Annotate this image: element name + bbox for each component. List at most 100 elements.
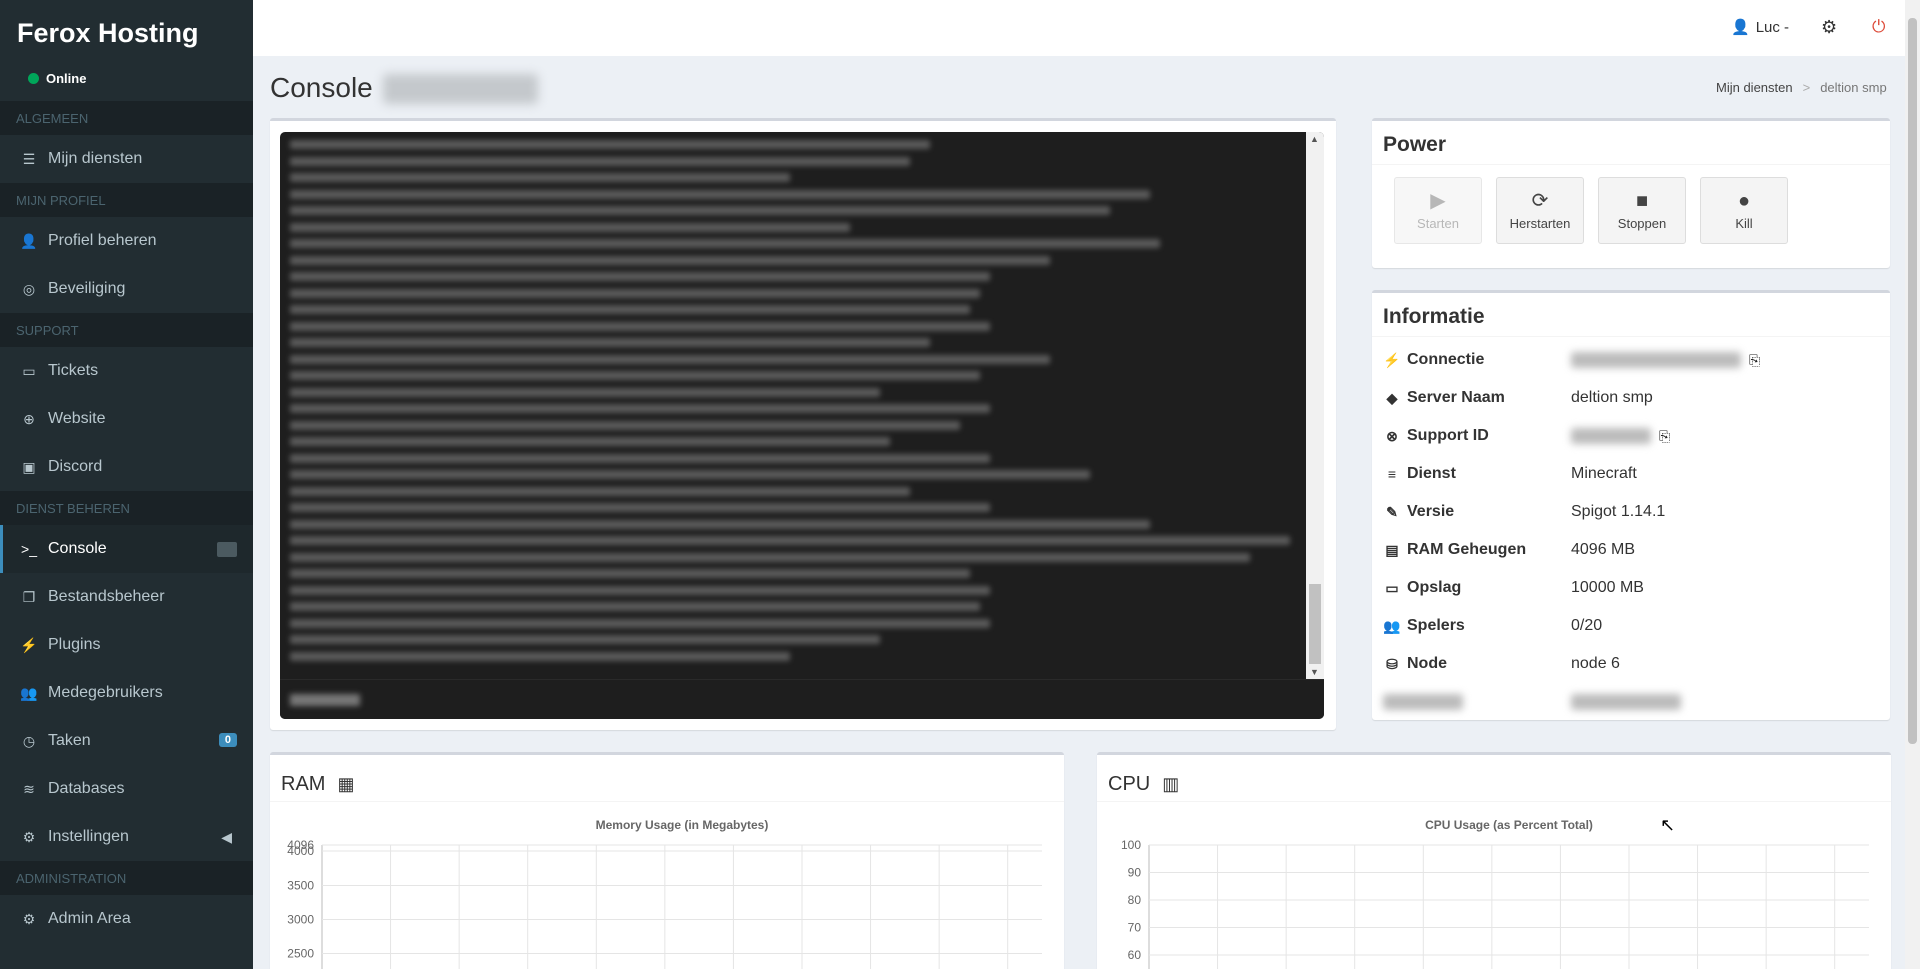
top-navbar: 👤 Luc - ⚙ ⏻	[253, 0, 1905, 56]
copy-icon[interactable]: ⎘	[1659, 428, 1670, 445]
info-value: 10000 MB	[1571, 579, 1644, 596]
sidebar-item-tickets[interactable]: ▭ Tickets	[0, 347, 253, 395]
restart-label: Herstarten	[1509, 215, 1571, 231]
list-icon: ☰	[22, 150, 36, 167]
sidebar-item-mijn-diensten[interactable]: ☰ Mijn diensten	[0, 135, 253, 183]
ram-title: RAM	[281, 773, 326, 795]
lifering-icon: ⊗	[1386, 427, 1398, 444]
sidebar-item-admin-area[interactable]: ⚙ Admin Area	[0, 895, 253, 943]
chart-y-tick-label: 3500	[287, 879, 314, 893]
sidebar-item-beveiliging[interactable]: ◎ Beveiliging	[0, 265, 253, 313]
chart-y-tick-label: 80	[1128, 893, 1142, 907]
restart-button[interactable]: ⟳ Herstarten	[1496, 177, 1584, 244]
chart-y-tick-label: 60	[1128, 948, 1142, 962]
console-output-line	[290, 272, 990, 281]
terminal-icon: >_	[21, 541, 37, 557]
info-row-opslag: ▭ Opslag 10000 MB	[1383, 569, 1878, 607]
gears-icon: ⚙	[22, 828, 36, 845]
discord-icon: ▣	[22, 458, 36, 475]
clock-icon: ◷	[22, 732, 36, 749]
console-output-line	[290, 321, 990, 331]
cpu-title: CPU	[1108, 773, 1151, 795]
page-scrollbar[interactable]	[1905, 0, 1920, 969]
taken-count-badge: 0	[218, 733, 237, 747]
console-box: ▲ ▼	[270, 118, 1336, 730]
console-output-line	[290, 618, 990, 628]
console-output-line	[290, 453, 990, 463]
console-command-input[interactable]	[280, 679, 1324, 719]
info-label: Dienst	[1407, 465, 1456, 482]
info-value: deltion smp	[1571, 389, 1653, 406]
console-output-line	[290, 189, 1150, 199]
breadcrumb-mijn-diensten[interactable]: Mijn diensten	[1716, 80, 1793, 95]
sidebar-item-label: Discord	[48, 458, 103, 475]
start-button[interactable]: ▶ Starten	[1394, 177, 1482, 244]
console-scrollbar[interactable]: ▲ ▼	[1306, 132, 1324, 679]
bomb-icon: ●	[1737, 189, 1751, 212]
sidebar-item-discord[interactable]: ▣ Discord	[0, 443, 253, 491]
brand-title[interactable]: Ferox Hosting	[0, 0, 253, 60]
menu-header-algemeen: ALGEMEEN	[0, 101, 253, 135]
plug-icon: ⚡	[20, 636, 38, 653]
info-row-versie: ✎ Versie Spigot 1.14.1	[1383, 493, 1878, 531]
users-icon: 👥	[20, 684, 38, 701]
kill-button[interactable]: ● Kill	[1700, 177, 1788, 244]
sidebar-item-console[interactable]: >_ Console	[0, 525, 253, 573]
sidebar-item-instellingen[interactable]: ⚙ Instellingen ◀	[0, 813, 253, 861]
chart-y-tick-label: 4000	[287, 844, 314, 858]
fingerprint-icon: ◎	[22, 280, 36, 297]
sidebar-item-label: Console	[48, 540, 107, 557]
console-scrollbar-thumb[interactable]	[1309, 584, 1321, 664]
stop-button[interactable]: ■ Stoppen	[1598, 177, 1686, 244]
console-output-line	[290, 404, 990, 413]
user-menu[interactable]: 👤 Luc -	[1731, 18, 1789, 37]
menu-header-administration: ADMINISTRATION	[0, 861, 253, 895]
info-label: Node	[1407, 655, 1447, 672]
sidebar-item-label: Tickets	[48, 362, 99, 379]
blurred-server-name	[383, 74, 538, 104]
sidebar-item-bestandsbeheer[interactable]: ❐ Bestandsbeheer	[0, 573, 253, 621]
console-output-line	[290, 255, 1050, 265]
console-output-line	[290, 387, 880, 397]
sidebar-item-label: Plugins	[48, 636, 101, 653]
page-scrollbar-thumb[interactable]	[1908, 18, 1917, 744]
files-icon: ❐	[22, 588, 36, 605]
sidebar-item-databases[interactable]: ≋ Databases	[0, 765, 253, 813]
console-output-line	[290, 288, 980, 298]
console-terminal[interactable]: ▲ ▼	[280, 132, 1324, 719]
sidebar-item-label: Medegebruikers	[48, 684, 163, 701]
sidebar-item-profiel-beheren[interactable]: 👤 Profiel beheren	[0, 217, 253, 265]
breadcrumb-separator: >	[1802, 80, 1811, 95]
info-value: Spigot 1.14.1	[1571, 503, 1666, 520]
sidebar-item-medegebruikers[interactable]: 👥 Medegebruikers	[0, 669, 253, 717]
mouse-cursor-icon: ↖	[1660, 815, 1676, 835]
console-output-line	[290, 470, 1090, 479]
memory-icon: ▦	[337, 774, 355, 794]
info-value: Minecraft	[1571, 465, 1637, 482]
info-label: Opslag	[1407, 579, 1462, 596]
info-row-support-id: ⊗ Support ID ⎘	[1383, 417, 1878, 455]
scroll-down-icon[interactable]: ▼	[1310, 667, 1319, 677]
plug-icon: ⚡	[1383, 351, 1401, 368]
sidebar-item-label: Mijn diensten	[48, 150, 143, 167]
sidebar-item-taken[interactable]: ◷ Taken 0	[0, 717, 253, 765]
breadcrumb: Mijn diensten > deltion smp	[1716, 80, 1887, 95]
sidebar-item-plugins[interactable]: ⚡ Plugins	[0, 621, 253, 669]
logout-icon[interactable]: ⏻	[1872, 17, 1885, 37]
online-dot-icon	[28, 73, 39, 84]
menu-header-support: SUPPORT	[0, 313, 253, 347]
info-value: 0/20	[1571, 617, 1603, 634]
settings-gears-icon[interactable]: ⚙	[1821, 17, 1837, 38]
sidebar-item-label: Bestandsbeheer	[48, 588, 165, 605]
copy-icon[interactable]: ⎘	[1749, 352, 1760, 369]
play-icon: ▶	[1430, 189, 1446, 212]
blurred-input-text	[290, 694, 360, 706]
console-output-line	[290, 305, 970, 314]
info-row-dienst: ≡ Dienst Minecraft	[1383, 455, 1878, 493]
info-row-server-naam: ◆ Server Naam deltion smp	[1383, 379, 1878, 417]
node-icon: ⛁	[1386, 655, 1398, 672]
sidebar-item-website[interactable]: ⊕ Website	[0, 395, 253, 443]
scroll-up-icon[interactable]: ▲	[1310, 134, 1319, 144]
ram-box: RAM ▦ Memory Usage (in Megabytes) 4096 400…	[270, 752, 1064, 969]
console-output-line	[290, 239, 1160, 248]
